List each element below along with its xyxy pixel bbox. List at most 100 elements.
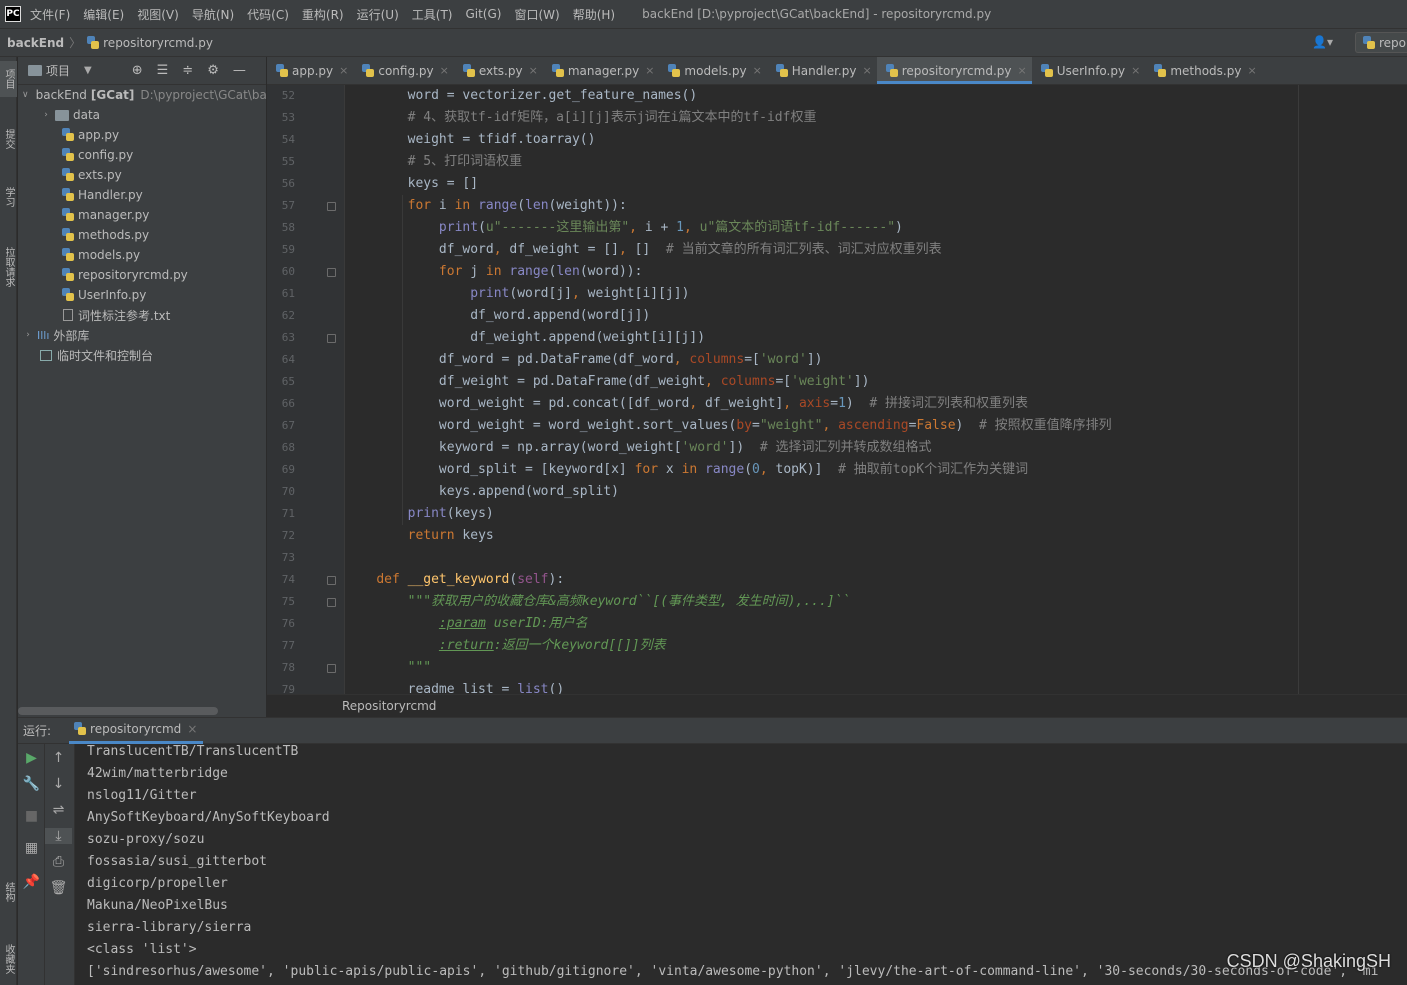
fold-marker-icon[interactable]: [327, 598, 336, 607]
tool-commit[interactable]: 提交: [0, 119, 17, 159]
tool-favorites[interactable]: 收藏夹: [0, 935, 17, 983]
python-file-icon: [885, 63, 899, 78]
console-output[interactable]: TranslucentTB/TranslucentTB 42wim/matter…: [76, 744, 1407, 985]
tab-repositoryrcmd-py[interactable]: repositoryrcmd.py ×: [876, 57, 1032, 84]
horizontal-scrollbar[interactable]: [18, 707, 218, 715]
console-line: 42wim/matterbridge: [87, 766, 228, 781]
tree-item-data[interactable]: › data: [18, 105, 266, 125]
tree-item-file[interactable]: methods.py: [18, 225, 266, 245]
close-icon[interactable]: ×: [1131, 64, 1140, 77]
menu-file[interactable]: 文件(F): [30, 6, 70, 23]
tab-app-py[interactable]: app.py ×: [267, 57, 353, 84]
python-file-icon: [775, 63, 789, 78]
breadcrumb-file[interactable]: repositoryrcmd.py: [103, 36, 213, 50]
scroll-to-end-icon[interactable]: ⤓: [45, 828, 72, 844]
fold-marker-icon[interactable]: [327, 202, 336, 211]
editor-breadcrumb[interactable]: Repositoryrcmd: [267, 694, 1407, 717]
stop-icon[interactable]: ■: [18, 808, 45, 824]
code-line: df_weight = pd.DataFrame(df_weight, colu…: [345, 374, 870, 389]
tab-exts-py[interactable]: exts.py ×: [454, 57, 543, 84]
tool-learn[interactable]: 学习: [0, 177, 17, 217]
tab-manager-py[interactable]: manager.py ×: [543, 57, 660, 84]
project-view-icon: [28, 65, 42, 76]
rerun-icon[interactable]: ▶: [18, 750, 45, 766]
menu-edit[interactable]: 编辑(E): [83, 6, 124, 23]
breadcrumb-project[interactable]: backEnd: [7, 36, 64, 50]
menu-code[interactable]: 代码(C): [247, 6, 289, 23]
wrench-icon[interactable]: 🔧: [18, 776, 45, 792]
tree-item-file[interactable]: exts.py: [18, 165, 266, 185]
gear-icon[interactable]: ⚙: [207, 63, 219, 78]
fold-marker-icon[interactable]: [327, 664, 336, 673]
editor-gutter[interactable]: 52 53 54 55 56 57 58 59 60 61 62 63 64 6…: [267, 85, 345, 694]
close-icon[interactable]: ×: [1017, 64, 1026, 77]
close-icon[interactable]: ×: [339, 64, 348, 77]
chevron-down-icon[interactable]: ∨: [22, 90, 29, 100]
line-number: 73: [281, 551, 295, 564]
menu-navigate[interactable]: 导航(N): [192, 6, 234, 23]
expand-all-icon[interactable]: ☰: [157, 63, 169, 78]
fold-marker-icon[interactable]: [327, 268, 336, 277]
print-icon[interactable]: ⎙: [45, 854, 72, 870]
run-config-label: repo: [1379, 35, 1407, 50]
tab-handler-py[interactable]: Handler.py ×: [767, 57, 877, 84]
tool-pull-requests[interactable]: 拉取请求: [0, 235, 17, 299]
code-editor[interactable]: word = vectorizer.get_feature_names() # …: [345, 85, 1407, 694]
close-icon[interactable]: ×: [440, 64, 449, 77]
tree-root[interactable]: ∨ backEnd [GCat] D:\pyproject\GCat\backE…: [18, 85, 266, 105]
close-icon[interactable]: ×: [529, 64, 538, 77]
project-panel-header: 项目 ▼ ⊕ ☰ ≑ ⚙ —: [18, 57, 266, 85]
fold-marker-icon[interactable]: [327, 334, 336, 343]
tab-models-py[interactable]: models.py ×: [659, 57, 766, 84]
tree-item-file[interactable]: 词性标注参考.txt: [18, 305, 266, 325]
tree-item-file[interactable]: config.py: [18, 145, 266, 165]
layout-icon[interactable]: ▦: [18, 840, 45, 856]
soft-wrap-icon[interactable]: ⇌: [45, 802, 72, 818]
fold-marker-icon[interactable]: [327, 576, 336, 585]
pin-icon[interactable]: 📌: [18, 874, 45, 890]
chevron-right-icon[interactable]: ›: [40, 110, 52, 120]
close-icon[interactable]: ×: [1247, 64, 1256, 77]
run-tab[interactable]: repositoryrcmd ×: [69, 718, 204, 744]
tree-item-external-libs[interactable]: › Illı 外部库: [18, 325, 266, 345]
menu-tools[interactable]: 工具(T): [412, 6, 453, 23]
python-file-icon: [61, 208, 75, 222]
run-tab-label: repositoryrcmd: [90, 722, 182, 736]
tree-item-file[interactable]: UserInfo.py: [18, 285, 266, 305]
trash-icon[interactable]: 🗑: [45, 880, 72, 896]
chevron-down-icon[interactable]: ▼: [84, 65, 92, 76]
close-icon[interactable]: ×: [187, 722, 197, 736]
menu-help[interactable]: 帮助(H): [573, 6, 615, 23]
close-icon[interactable]: ×: [753, 64, 762, 77]
tree-item-scratches[interactable]: 临时文件和控制台: [18, 345, 266, 365]
tree-item-file[interactable]: manager.py: [18, 205, 266, 225]
chevron-right-icon[interactable]: ›: [22, 330, 34, 340]
menu-git[interactable]: Git(G): [465, 7, 501, 21]
locate-icon[interactable]: ⊕: [132, 63, 143, 78]
run-config-selector[interactable]: repo: [1355, 32, 1407, 53]
tab-userinfo-py[interactable]: UserInfo.py ×: [1032, 57, 1146, 84]
tree-item-file[interactable]: repositoryrcmd.py: [18, 265, 266, 285]
tree-item-file[interactable]: Handler.py: [18, 185, 266, 205]
menu-refactor[interactable]: 重构(R): [302, 6, 344, 23]
close-icon[interactable]: ×: [645, 64, 654, 77]
tool-project[interactable]: 项目: [0, 61, 17, 97]
tab-methods-py[interactable]: methods.py ×: [1145, 57, 1261, 84]
arrow-down-icon[interactable]: ↓: [45, 776, 72, 792]
tool-structure[interactable]: 结构: [0, 872, 17, 912]
arrow-up-icon[interactable]: ↑: [45, 750, 72, 766]
run-panel-header: 运行: repositoryrcmd ×: [18, 717, 1407, 744]
minimize-icon[interactable]: —: [233, 63, 246, 78]
user-icon[interactable]: 👤▾: [1312, 35, 1333, 49]
close-icon[interactable]: ×: [862, 64, 871, 77]
tab-config-py[interactable]: config.py ×: [353, 57, 453, 84]
tree-item-file[interactable]: app.py: [18, 125, 266, 145]
menu-run[interactable]: 运行(U): [357, 6, 399, 23]
tree-item-file[interactable]: models.py: [18, 245, 266, 265]
menu-view[interactable]: 视图(V): [137, 6, 179, 23]
project-panel-title[interactable]: 项目: [46, 62, 70, 79]
collapse-all-icon[interactable]: ≑: [182, 63, 193, 78]
tree-item-label: exts.py: [78, 168, 122, 182]
tab-label: config.py: [378, 63, 434, 78]
menu-window[interactable]: 窗口(W): [514, 6, 559, 23]
